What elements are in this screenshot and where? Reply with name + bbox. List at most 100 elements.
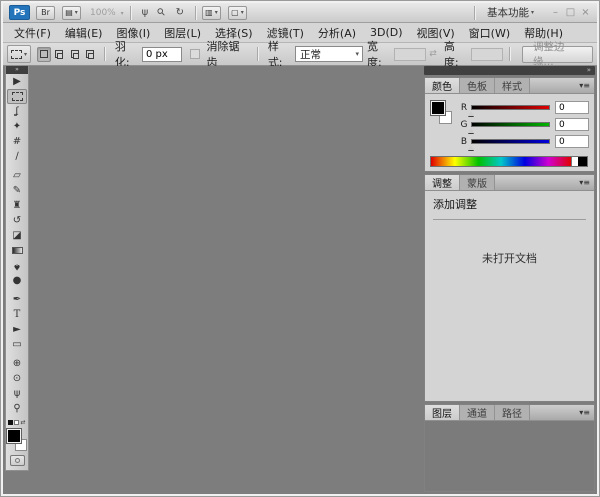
dock-collapse-strip[interactable]: » [424, 66, 595, 75]
rectangle-tool[interactable]: ▭ [6, 337, 28, 352]
layers-panel: 图层 通道 路径 ▾≡ [424, 404, 595, 492]
hand-icon: ψ [14, 388, 21, 399]
toolbox-collapse-strip[interactable]: » [6, 66, 28, 74]
type-tool[interactable]: T [6, 307, 28, 322]
rectangular-marquee-tool[interactable] [7, 89, 27, 104]
zoom-tool-icon[interactable]: ⚲ [158, 7, 165, 18]
lasso-tool[interactable]: ʆ [6, 104, 28, 119]
clone-stamp-tool[interactable]: ♜ [6, 198, 28, 213]
green-slider[interactable] [471, 122, 550, 127]
panel-menu-icon[interactable]: ▾≡ [579, 175, 594, 190]
default-and-swap-colors[interactable]: ⇄ [6, 418, 28, 427]
refine-edge-button[interactable]: 调整边缘... [522, 46, 593, 63]
launch-bridge-button[interactable]: Br [36, 6, 55, 20]
maximize-button[interactable]: □ [563, 7, 578, 18]
green-value-input[interactable] [555, 118, 589, 131]
red-slider[interactable] [471, 105, 550, 110]
antialias-checkbox[interactable] [190, 49, 200, 59]
arrange-documents-button[interactable]: ▥ ▾ [202, 6, 221, 20]
toolbox: » ▶ ʆ ✦ # ∕ ▱ ✎ ♜ ↺ ◪ ♠ ● ✒ T ► ▭ [5, 66, 29, 471]
feather-input[interactable] [142, 47, 182, 62]
canvas-area[interactable] [30, 66, 424, 494]
close-button[interactable]: × [578, 7, 593, 18]
spot-healing-brush-tool[interactable]: ▱ [6, 168, 28, 183]
blue-value-input[interactable] [555, 135, 589, 148]
intersect-selection-button[interactable] [83, 47, 97, 62]
history-brush-tool[interactable]: ↺ [6, 213, 28, 228]
move-tool[interactable]: ▶ [6, 74, 28, 89]
menu-bar: 文件(F) 编辑(E) 图像(I) 图层(L) 选择(S) 滤镜(T) 分析(A… [3, 23, 597, 43]
pen-tool[interactable]: ✒ [6, 292, 28, 307]
eraser-tool[interactable]: ◪ [6, 228, 28, 243]
tab-paths[interactable]: 路径 [495, 405, 530, 420]
layers-panel-content[interactable] [425, 421, 594, 491]
spectrum-white-swatch[interactable] [571, 157, 578, 166]
blue-slider[interactable] [471, 139, 550, 144]
gradient-tool[interactable] [6, 243, 28, 258]
tool-preset-button[interactable]: ▾ [7, 45, 31, 63]
menu-file[interactable]: 文件(F) [7, 23, 58, 43]
chevron-down-icon: ▾ [241, 9, 244, 16]
panel-dock: » 颜色 色板 样式 ▾≡ [424, 66, 595, 492]
style-value: 正常 [300, 47, 321, 62]
green-slider-marker[interactable] [468, 128, 474, 133]
default-colors-bg-icon [14, 420, 19, 425]
add-selection-overlay [57, 53, 63, 59]
red-value-input[interactable] [555, 101, 589, 114]
subtract-selection-overlay [73, 53, 79, 59]
view-extras-icon: ▤ [65, 8, 73, 17]
color-panel-tabbar: 颜色 色板 样式 ▾≡ [425, 78, 594, 94]
tab-swatches[interactable]: 色板 [460, 78, 495, 93]
green-channel-row: G [459, 116, 589, 133]
color-spectrum-ramp[interactable] [430, 156, 588, 167]
menu-analysis[interactable]: 分析(A) [311, 23, 363, 43]
3d-orbit-tool[interactable]: ⊙ [6, 371, 28, 386]
zoom-level-dropdown[interactable]: 100% ▾ [90, 8, 124, 18]
tab-color[interactable]: 颜色 [425, 78, 460, 93]
intersect-selection-overlay [88, 53, 94, 59]
quick-selection-tool[interactable]: ✦ [6, 119, 28, 134]
panel-menu-icon[interactable]: ▾≡ [579, 78, 594, 93]
marquee-icon [11, 50, 22, 59]
adjustments-panel: 调整 蒙版 ▾≡ 添加调整 未打开文档 [424, 174, 595, 402]
red-slider-marker[interactable] [468, 111, 474, 116]
crop-tool[interactable]: # [6, 134, 28, 149]
hand-tool-icon[interactable]: ψ [142, 7, 149, 18]
menu-layer[interactable]: 图层(L) [157, 23, 208, 43]
foreground-color-swatch[interactable] [7, 429, 21, 443]
tab-masks[interactable]: 蒙版 [460, 175, 495, 190]
spectrum-gradient[interactable] [431, 157, 571, 166]
foreground-color-swatch[interactable] [431, 101, 445, 115]
subtract-from-selection-button[interactable] [67, 47, 81, 62]
panel-menu-icon[interactable]: ▾≡ [579, 405, 594, 420]
menu-edit[interactable]: 编辑(E) [58, 23, 110, 43]
lasso-icon: ʆ [15, 106, 18, 117]
eraser-icon: ◪ [12, 230, 21, 241]
tab-layers[interactable]: 图层 [425, 405, 460, 420]
blur-tool[interactable]: ♠ [6, 258, 28, 273]
tab-styles[interactable]: 样式 [495, 78, 530, 93]
adjustments-panel-content: 添加调整 未打开文档 [425, 191, 594, 401]
quick-mask-button[interactable] [10, 455, 25, 466]
dodge-tool[interactable]: ● [6, 273, 28, 288]
view-extras-button[interactable]: ▤ ▾ [62, 6, 81, 20]
path-selection-tool[interactable]: ► [6, 322, 28, 337]
new-selection-button[interactable] [37, 47, 51, 62]
screen-mode-button[interactable]: ▢ ▾ [228, 6, 247, 20]
spectrum-black-swatch[interactable] [578, 157, 587, 166]
add-to-selection-button[interactable] [52, 47, 66, 62]
brush-tool[interactable]: ✎ [6, 183, 28, 198]
zoom-tool[interactable]: ⚲ [6, 401, 28, 416]
3d-rotate-tool[interactable]: ⊕ [6, 356, 28, 371]
hand-tool[interactable]: ψ [6, 386, 28, 401]
rotate-view-icon[interactable]: ↻ [176, 7, 184, 18]
height-input [471, 48, 503, 61]
workspace-switcher[interactable]: 基本功能 ▾ [481, 5, 540, 20]
blue-slider-marker[interactable] [468, 145, 474, 150]
eyedropper-tool[interactable]: ∕ [6, 149, 28, 164]
menu-window[interactable]: 窗口(W) [462, 23, 517, 43]
tab-channels[interactable]: 通道 [460, 405, 495, 420]
style-dropdown[interactable]: 正常 ▾ [295, 46, 363, 62]
tab-adjustments[interactable]: 调整 [425, 175, 460, 190]
minimize-button[interactable]: – [548, 7, 563, 18]
